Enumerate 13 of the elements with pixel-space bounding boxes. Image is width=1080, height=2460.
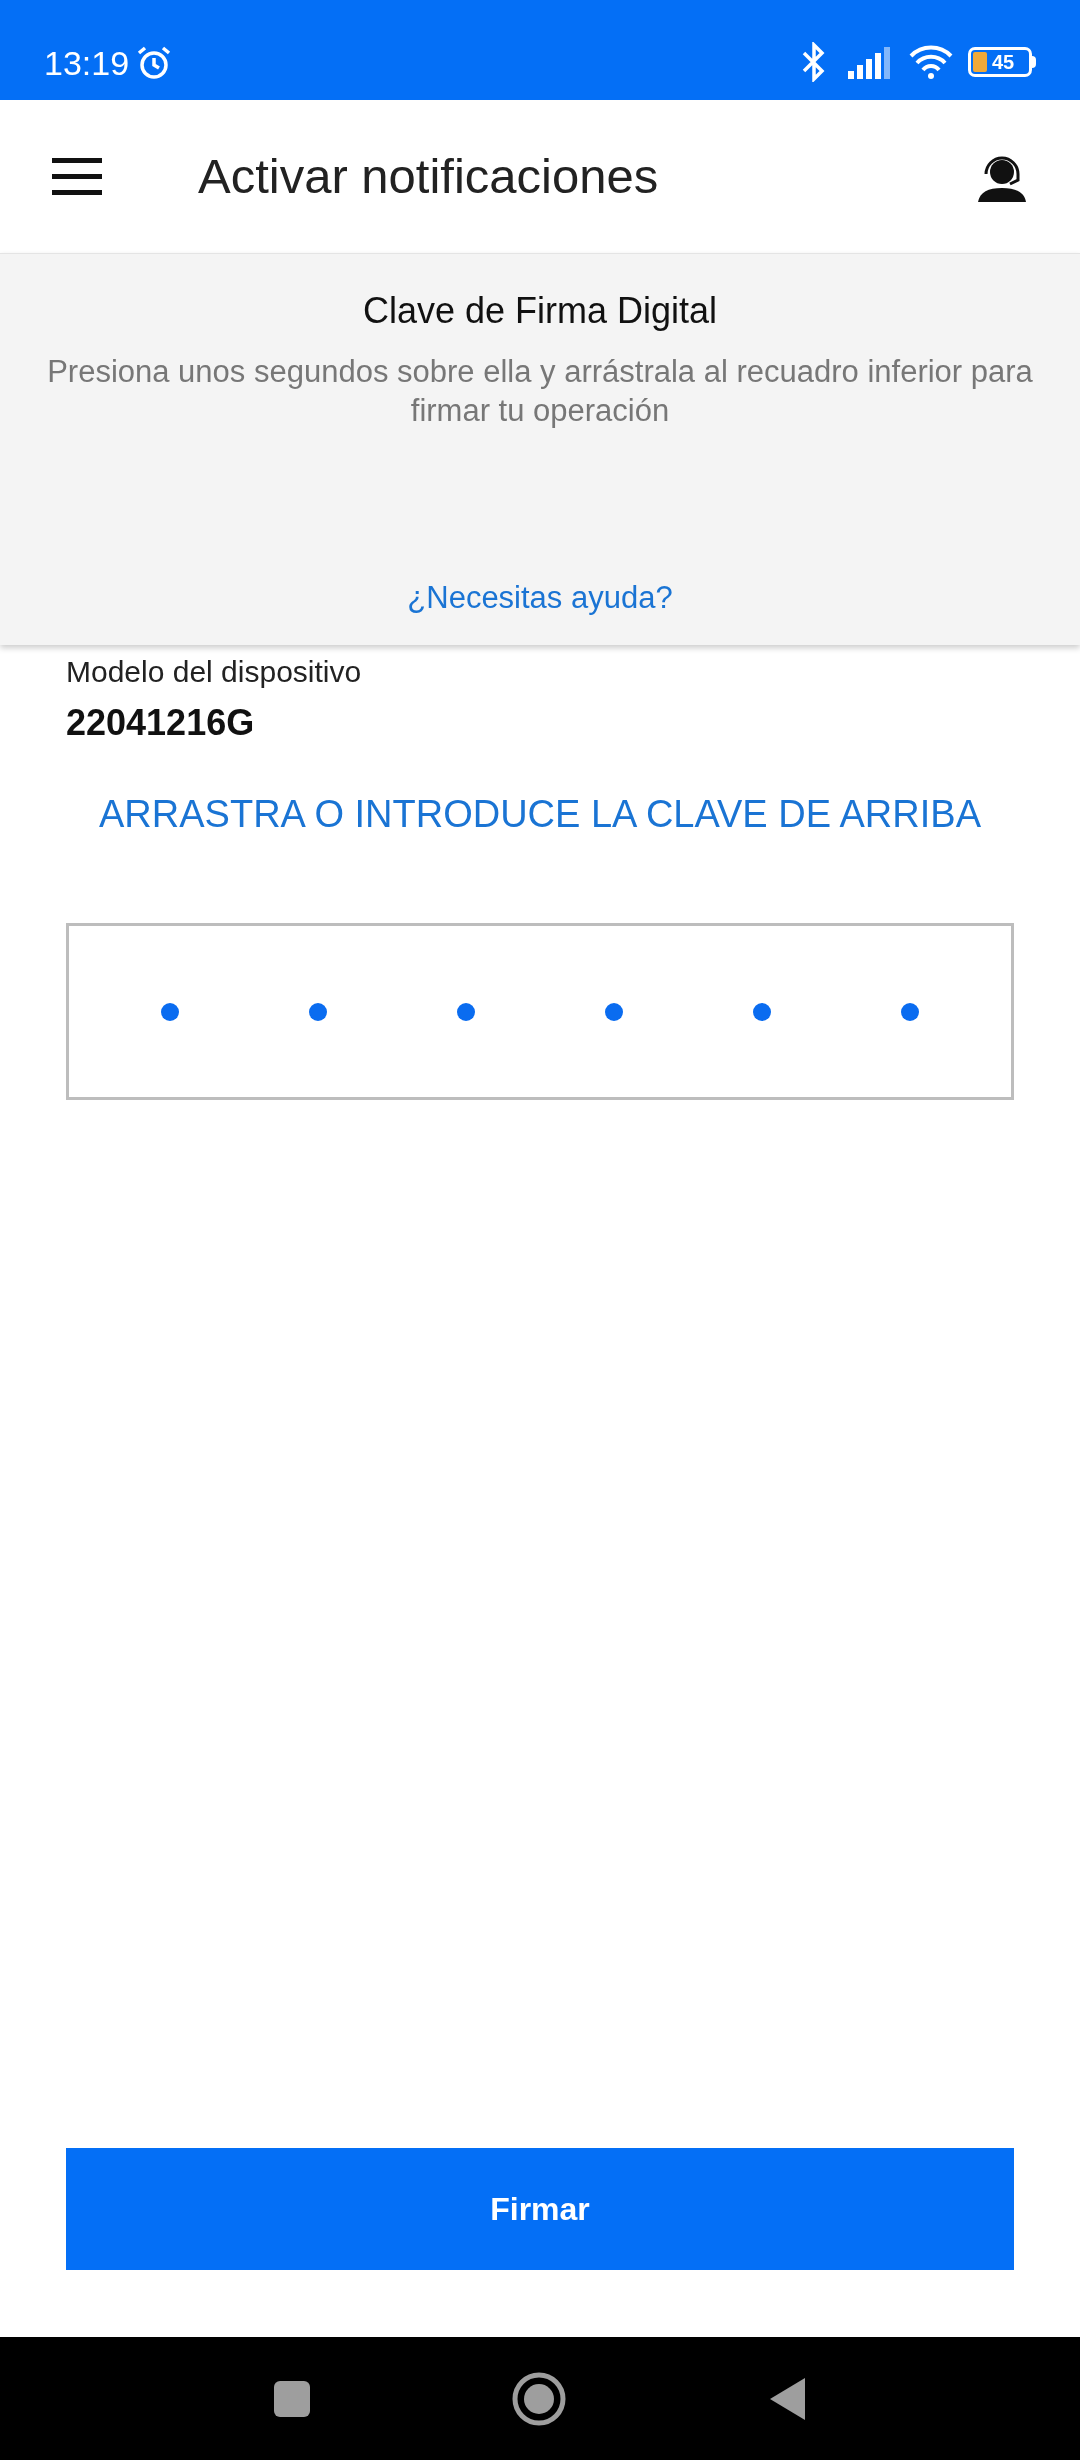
- panel-title: Clave de Firma Digital: [362, 289, 718, 333]
- panel-description: Presiona unos segundos sobre ella y arrástrala al recuadro inferior para firmar tu operación: [46, 353, 1034, 430]
- sign-button[interactable]: Firmar: [66, 2148, 1014, 2270]
- device-label: Modelo del dispositivo: [66, 654, 363, 690]
- home-icon[interactable]: [511, 2370, 567, 2427]
- screen-title: Activar notificaciones: [198, 147, 660, 205]
- menu-icon[interactable]: [52, 157, 102, 196]
- help-link[interactable]: ¿Necesitas ayuda?: [407, 574, 673, 621]
- wifi-icon: [908, 44, 954, 80]
- status-time: 13:19: [44, 46, 130, 80]
- instruction-text: ARRASTRA O INTRODUCE LA CLAVE DE ARRIBA: [98, 792, 982, 837]
- device-model: 22041216G: [66, 701, 256, 745]
- recents-icon[interactable]: [273, 2379, 311, 2418]
